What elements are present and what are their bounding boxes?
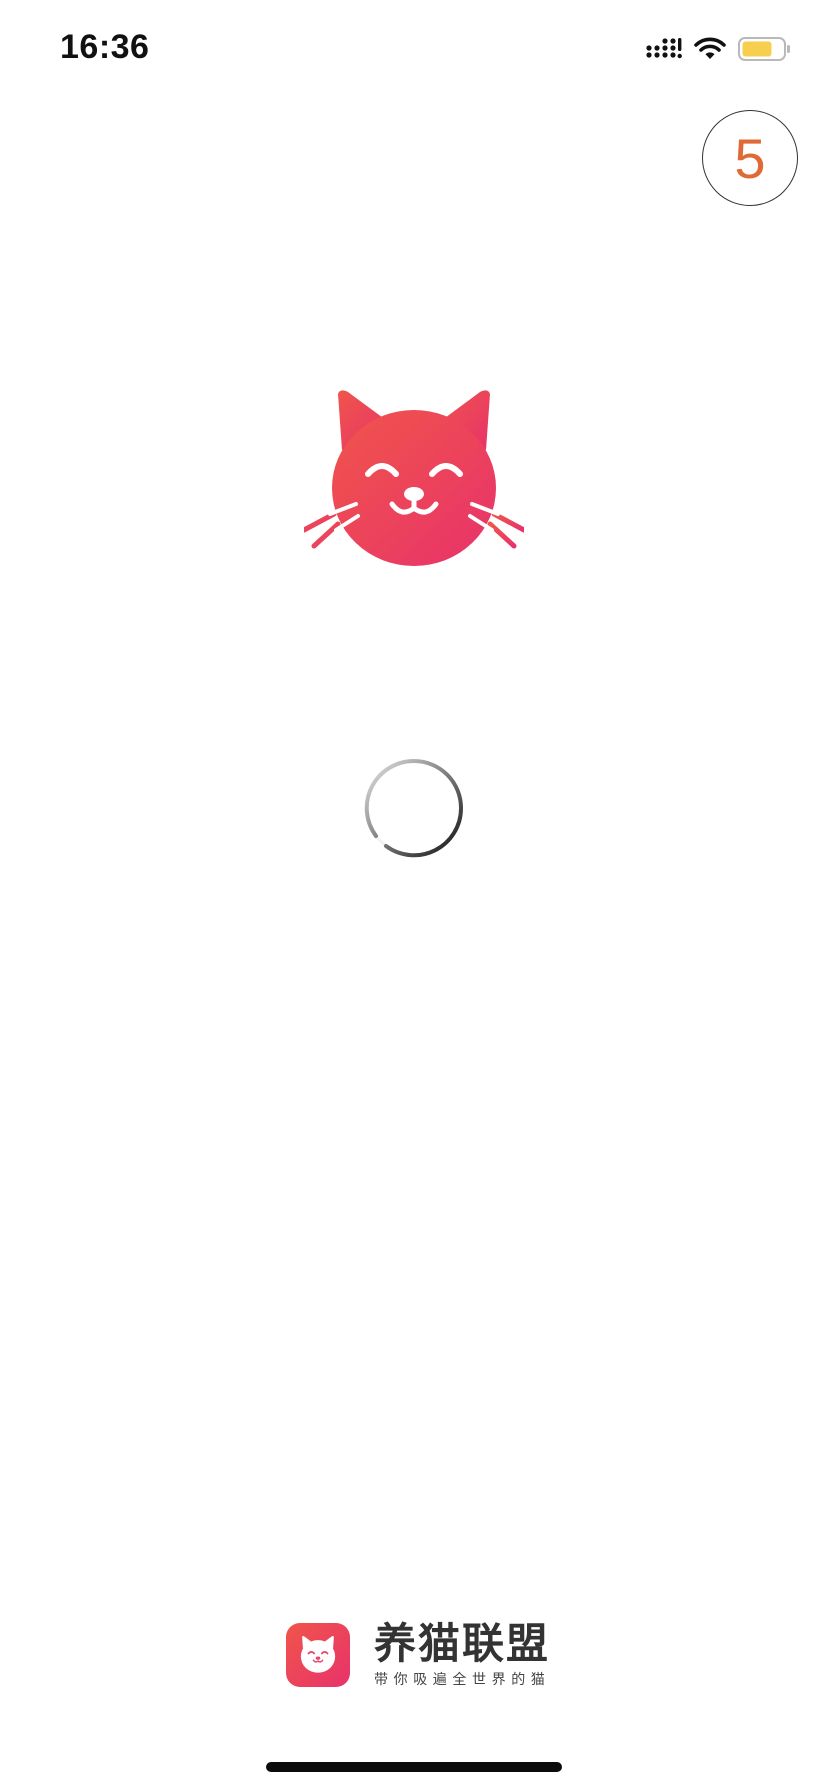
status-bar: 16:36 (0, 0, 828, 100)
wifi-icon (694, 37, 726, 61)
countdown-skip-button[interactable]: 5 (702, 110, 798, 206)
loading-spinner-icon (362, 756, 466, 860)
brand-name: 养猫联盟 (374, 1620, 551, 1667)
status-time: 16:36 (60, 28, 150, 66)
status-icons (646, 34, 792, 64)
brand-slogan: 带你吸遍全世界的猫 (374, 1671, 551, 1687)
brand-text: 养猫联盟 带你吸遍全世界的猫 (374, 1621, 550, 1689)
cellular-signal-icon (646, 37, 682, 61)
brand-logo-icon (286, 1623, 350, 1687)
brand-footer: 养猫联盟 带你吸遍全世界的猫 (286, 1621, 550, 1689)
cat-face-icon (301, 386, 527, 576)
battery-fill (742, 41, 772, 57)
home-indicator[interactable] (266, 1762, 562, 1772)
battery-icon (738, 36, 792, 62)
